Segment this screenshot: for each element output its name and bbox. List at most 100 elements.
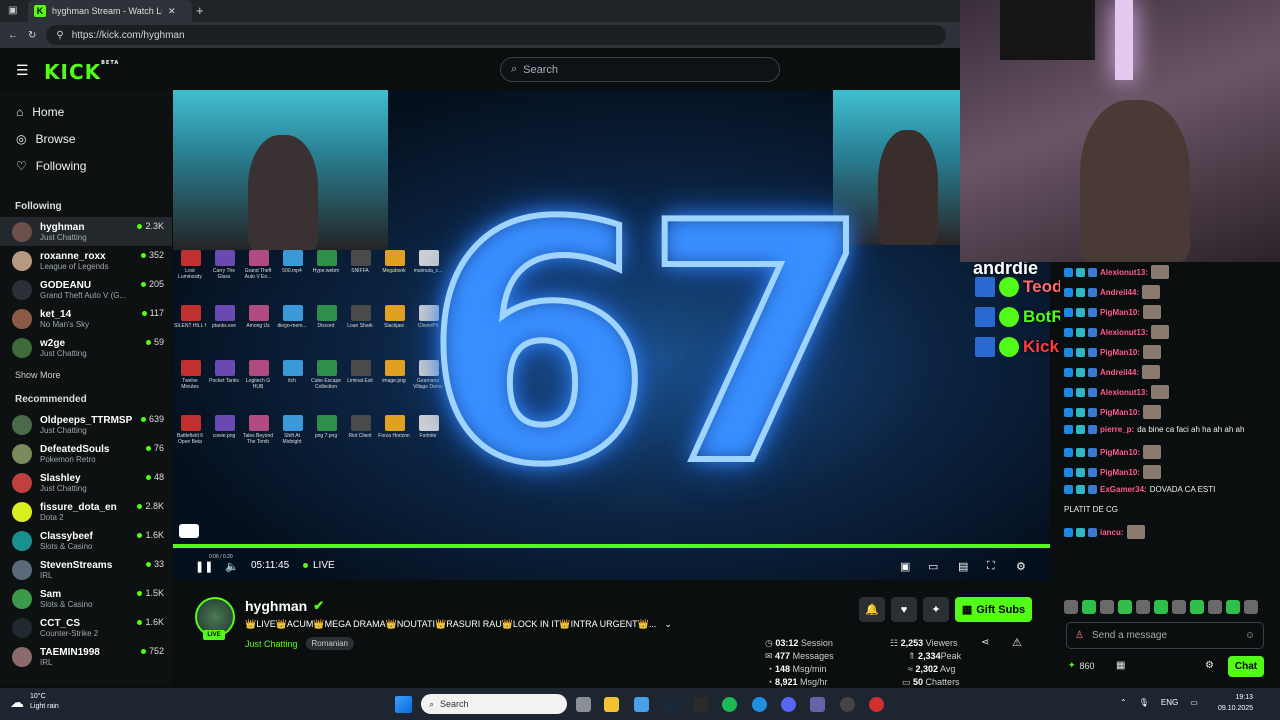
tab-close-icon[interactable]: ✕ xyxy=(168,6,176,17)
sidebar-channel[interactable]: CCT_CS Counter-Strike 2 1.6K xyxy=(0,613,172,642)
sidebar-channel[interactable]: TAEMIN1998 IRL 752 xyxy=(0,642,172,671)
discord-icon[interactable] xyxy=(781,697,796,712)
window-menu-icon[interactable]: ▣ xyxy=(8,5,17,16)
steam-icon[interactable] xyxy=(663,697,678,712)
user-icon: ♙ xyxy=(1075,630,1084,641)
new-tab-icon[interactable]: + xyxy=(196,3,204,18)
weather-widget[interactable]: ☁ 10°C Light rain xyxy=(10,692,59,712)
sidebar-channel[interactable]: Classybeef Slots & Casino 1.6K xyxy=(0,526,172,555)
follow-button[interactable]: ♥ xyxy=(891,597,917,622)
chat-username[interactable]: Alexionut13: xyxy=(1100,328,1148,337)
nav-browse[interactable]: ◎ Browse xyxy=(0,125,172,152)
chat-username[interactable]: PigMan10: xyxy=(1100,448,1140,457)
emote-picker-icon[interactable]: ☺ xyxy=(1245,630,1255,641)
chat-username[interactable]: iancu: xyxy=(1100,528,1124,537)
chat-username[interactable]: Alexionut13: xyxy=(1100,388,1148,397)
mic-icon[interactable]: 🎙 xyxy=(1139,698,1149,707)
quick-emote-icon[interactable] xyxy=(1208,600,1222,614)
expand-title-icon[interactable]: ⌄ xyxy=(664,619,672,630)
notification-button[interactable]: 🔔 xyxy=(859,597,885,622)
volume-icon[interactable]: 🔈 xyxy=(225,560,239,573)
language-tag[interactable]: Romanian xyxy=(305,637,354,650)
chat-badge-icon xyxy=(1076,267,1085,277)
taskbar-search[interactable]: ⌕ Search xyxy=(421,694,567,714)
chat-username[interactable]: Andreii44: xyxy=(1100,368,1139,377)
chat-username[interactable]: PigMan10: xyxy=(1100,348,1140,357)
chat-username[interactable]: Andreii44: xyxy=(1100,288,1139,297)
stream-category[interactable]: Just Chatting xyxy=(245,639,298,649)
windows-start-icon[interactable] xyxy=(395,696,412,713)
desktop-icon-label: Riot Client xyxy=(348,433,372,439)
share-icon[interactable]: ⋖ xyxy=(981,637,989,648)
sparkle-button[interactable]: ✦ xyxy=(923,597,949,622)
tray-chevron-icon[interactable]: ⌃ xyxy=(1120,698,1127,707)
quick-emote-icon[interactable] xyxy=(1118,600,1132,614)
sidebar-channel[interactable]: ket_14 No Man's Sky 117 xyxy=(0,304,172,333)
quick-emote-icon[interactable] xyxy=(1100,600,1114,614)
video-player[interactable]: Lost Luminosity Carry The Glass Grand Thef… xyxy=(173,90,1050,580)
clock[interactable]: 19:13 09.10.2025 xyxy=(1218,692,1253,714)
theater-icon[interactable]: ▭ xyxy=(928,560,938,573)
report-icon[interactable]: ⚠ xyxy=(1012,636,1022,649)
edge-icon[interactable] xyxy=(752,697,767,712)
chat-username[interactable]: pierre_p: xyxy=(1100,425,1134,434)
quick-emote-icon[interactable] xyxy=(1226,600,1240,614)
quick-emote-icon[interactable] xyxy=(1172,600,1186,614)
task-view-icon[interactable] xyxy=(576,697,591,712)
sidebar-channel[interactable]: StevenStreams IRL 33 xyxy=(0,555,172,584)
store-icon[interactable] xyxy=(634,697,649,712)
spotify-icon[interactable] xyxy=(722,697,737,712)
settings-icon[interactable]: ⚙ xyxy=(1016,560,1026,573)
kick-logo[interactable]: KICKBETA xyxy=(44,60,119,84)
browser-tab[interactable]: K hyghman Stream - Watch Li ✕ xyxy=(28,0,192,22)
quick-emote-icon[interactable] xyxy=(1082,600,1096,614)
chat-username[interactable]: Alexionut13: xyxy=(1100,268,1148,277)
quick-emote-icon[interactable] xyxy=(1064,600,1078,614)
url-field[interactable]: ⚲ https://kick.com/hyghman xyxy=(46,25,947,45)
quick-emote-icon[interactable] xyxy=(1154,600,1168,614)
chat-username[interactable]: PigMan10: xyxy=(1100,468,1140,477)
nav-following[interactable]: ♡ Following xyxy=(0,152,172,179)
app-icon[interactable] xyxy=(840,697,855,712)
quick-emote-icon[interactable] xyxy=(1244,600,1258,614)
fullscreen-icon[interactable]: ⛶ xyxy=(987,560,995,573)
sidebar-channel[interactable]: hyghman Just Chatting 2.3K xyxy=(0,217,172,246)
language-indicator[interactable]: ENG xyxy=(1161,698,1178,707)
sidebar-channel[interactable]: Oldpeeps_TTRMSP Just Chatting 639 xyxy=(0,410,172,439)
epic-games-icon[interactable] xyxy=(693,697,708,712)
site-info-icon[interactable]: ⚲ xyxy=(56,30,63,41)
chat-send-button[interactable]: Chat xyxy=(1228,656,1264,677)
sidebar-channel[interactable]: roxanne_roxx League of Legends 352 xyxy=(0,246,172,275)
quick-emote-icon[interactable] xyxy=(1136,600,1150,614)
search-input[interactable]: ⌕ Search xyxy=(500,57,780,82)
sidebar-channel[interactable]: Slashley Just Chatting 48 xyxy=(0,468,172,497)
teams-icon[interactable] xyxy=(810,697,825,712)
chat-username[interactable]: PigMan10: xyxy=(1100,308,1140,317)
sidebar-channel[interactable]: DefeatedSouls Pokemon Retro 76 xyxy=(0,439,172,468)
show-more-button[interactable]: Show More xyxy=(0,362,172,384)
chat-input[interactable]: ♙ Send a message ☺ xyxy=(1066,622,1264,649)
nav-home[interactable]: ⌂ Home xyxy=(0,98,172,125)
pip-icon[interactable]: ▤ xyxy=(958,560,968,573)
sidebar-channel[interactable]: fissure_dota_en Dota 2 2.8K xyxy=(0,497,172,526)
sidebar-channel[interactable]: GODEANU Grand Theft Auto V (G... 205 xyxy=(0,275,172,304)
pause-icon[interactable]: ❚❚ xyxy=(195,560,213,573)
back-icon[interactable]: ← xyxy=(8,30,18,41)
gift-subs-button[interactable]: ▦ Gift Subs xyxy=(955,597,1032,622)
sidebar-channel[interactable]: Sam Slots & Casino 1.5K xyxy=(0,584,172,613)
reload-icon[interactable]: ↻ xyxy=(28,30,36,41)
sidebar-channel[interactable]: w2ge Just Chatting 59 xyxy=(0,333,172,362)
opera-icon[interactable] xyxy=(869,697,884,712)
chat-settings-icon[interactable]: ⚙ xyxy=(1205,660,1214,671)
clip-icon[interactable]: ▣ xyxy=(900,560,910,573)
chat-username[interactable]: PigMan10: xyxy=(1100,408,1140,417)
quick-emote-icon[interactable] xyxy=(1190,600,1204,614)
gift-icon[interactable]: ▦ xyxy=(1116,660,1125,671)
network-icon[interactable]: ▭ xyxy=(1190,698,1198,707)
chat-username[interactable]: ExGamer34: xyxy=(1100,485,1147,494)
stat-msg-hr: ◔ 8,921 Msg/hr xyxy=(767,677,828,687)
hamburger-menu-icon[interactable]: ☰ xyxy=(16,62,29,79)
streamer-name[interactable]: hyghman xyxy=(245,598,307,614)
channel-points[interactable]: ✦ 860 xyxy=(1068,660,1095,671)
file-explorer-icon[interactable] xyxy=(604,697,619,712)
